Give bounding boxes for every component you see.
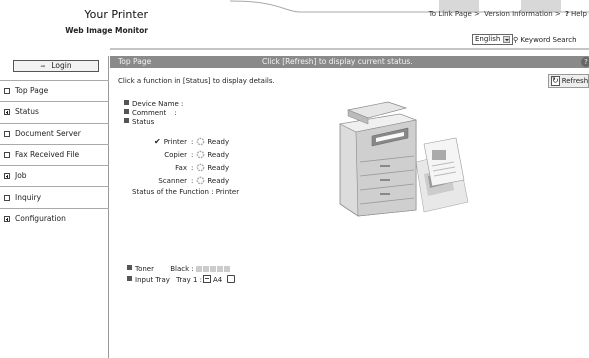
brand: Your Printer Web Image Monitor <box>0 8 148 35</box>
function-state: Ready <box>207 176 230 185</box>
link-page-link[interactable]: To Link Page > <box>429 10 480 18</box>
language-select[interactable]: English <box>472 34 514 45</box>
refresh-icon: ↻ <box>551 76 560 86</box>
function-state: Ready <box>207 137 230 146</box>
arrow-right-icon: ➡ <box>40 63 46 70</box>
tray-label: Tray 1 : <box>176 276 202 284</box>
app-subtitle: Web Image Monitor <box>65 26 148 35</box>
status-label: Status <box>132 118 155 126</box>
function-status-list: ✔ Printer : Ready Copier : Ready Fax : Re… <box>144 135 229 187</box>
sidebar-item-fax-received-file[interactable]: Fax Received File <box>0 143 109 165</box>
sidebar-item-job[interactable]: Job <box>0 165 109 186</box>
bullet-icon <box>124 118 129 123</box>
bullet-icon <box>127 265 132 270</box>
sidebar-item-label: Job <box>15 171 27 181</box>
ready-spinner-icon <box>196 163 205 172</box>
toner-color-label: Black : <box>170 265 194 273</box>
instruction-text: Click a function in [Status] to display … <box>118 77 275 85</box>
keyword-search-link[interactable]: ⚲ Keyword Search <box>513 36 577 44</box>
supplies-info: Toner Black : Input Tray Tray 1 : A4 <box>127 264 236 286</box>
input-tray-label: Input Tray <box>135 276 170 284</box>
language-value: English <box>475 35 501 43</box>
ready-spinner-icon <box>196 150 205 159</box>
chevron-down-icon[interactable] <box>503 36 511 43</box>
function-row-copier[interactable]: Copier : Ready <box>144 148 229 161</box>
ready-spinner-icon <box>196 176 205 185</box>
function-status-text: Status of the Function : Printer <box>132 188 240 196</box>
function-name: Copier <box>164 150 187 159</box>
plus-box-icon <box>4 173 10 180</box>
function-row-fax[interactable]: Fax : Ready <box>144 161 229 174</box>
help-link[interactable]: Help <box>571 10 587 18</box>
function-row-scanner[interactable]: Scanner : Ready <box>144 174 229 187</box>
sidebar-item-top-page[interactable]: Top Page <box>0 80 109 101</box>
function-name: Scanner <box>158 176 187 185</box>
magnifier-icon: ⚲ <box>513 36 519 44</box>
toner-level-indicator <box>196 265 231 273</box>
check-icon: ✔ <box>154 137 161 146</box>
top-links: To Link Page > Version Information > ? He… <box>427 10 587 18</box>
bar-message: Click [Refresh] to display current statu… <box>262 57 413 66</box>
tray-icon <box>202 275 211 283</box>
device-info: Device Name : Comment: Status <box>124 100 183 127</box>
plus-box-icon <box>4 215 10 222</box>
header: Your Printer Web Image Monitor To Link P… <box>0 0 589 50</box>
device-name-label: Device Name : <box>132 100 184 108</box>
comment-colon: : <box>174 109 177 117</box>
sidebar-item-configuration[interactable]: Configuration <box>0 207 109 229</box>
function-state: Ready <box>207 150 230 159</box>
function-name: Fax <box>175 163 187 172</box>
bullet-icon <box>124 109 129 114</box>
paper-orientation-icon <box>227 275 236 283</box>
plus-box-icon <box>4 109 10 116</box>
toner-label: Toner <box>135 265 154 273</box>
comment-label: Comment <box>132 109 167 117</box>
printer-illustration <box>328 92 473 219</box>
page-box-icon <box>4 152 10 159</box>
main-title-bar: Top Page Click [Refresh] to display curr… <box>110 56 589 68</box>
sidebar-item-label: Document Server <box>15 128 81 138</box>
toner-row: Toner Black : <box>127 264 235 275</box>
page-box-icon <box>4 194 10 201</box>
refresh-button[interactable]: ↻ Refresh <box>548 74 589 88</box>
page-box-icon <box>4 130 10 137</box>
sidebar-item-label: Top Page <box>15 86 49 96</box>
function-name: Printer <box>163 138 187 146</box>
app-title: Your Printer <box>84 8 148 21</box>
page-box-icon <box>4 88 10 95</box>
sidebar: ➡ Login Top Page Status Document Server F… <box>0 56 109 358</box>
sidebar-item-label: Configuration <box>15 213 66 223</box>
page-title: Top Page <box>118 57 152 66</box>
login-button[interactable]: ➡ Login <box>13 60 99 72</box>
sidebar-item-inquiry[interactable]: Inquiry <box>0 186 109 207</box>
bullet-icon <box>127 276 132 281</box>
ready-spinner-icon <box>196 137 205 146</box>
input-tray-row: Input Tray Tray 1 : A4 <box>127 275 236 286</box>
bullet-icon <box>124 100 129 105</box>
refresh-label: Refresh <box>561 77 589 85</box>
sidebar-item-document-server[interactable]: Document Server <box>0 122 109 144</box>
function-row-printer[interactable]: ✔ Printer : Ready <box>144 135 229 148</box>
help-icon[interactable]: ? <box>581 57 589 67</box>
paper-size: A4 <box>212 276 223 284</box>
sidebar-item-label: Status <box>15 107 39 117</box>
login-label: Login <box>51 61 72 70</box>
nav-list: Top Page Status Document Server Fax Rece… <box>0 80 109 229</box>
question-icon[interactable]: ? <box>565 10 569 18</box>
keyword-search-label: Keyword Search <box>520 36 577 44</box>
version-information-link[interactable]: Version Information > <box>484 10 561 18</box>
sidebar-item-label: Fax Received File <box>15 150 80 160</box>
sidebar-item-label: Inquiry <box>15 192 42 202</box>
function-state: Ready <box>207 163 230 172</box>
sidebar-item-status[interactable]: Status <box>0 101 109 122</box>
